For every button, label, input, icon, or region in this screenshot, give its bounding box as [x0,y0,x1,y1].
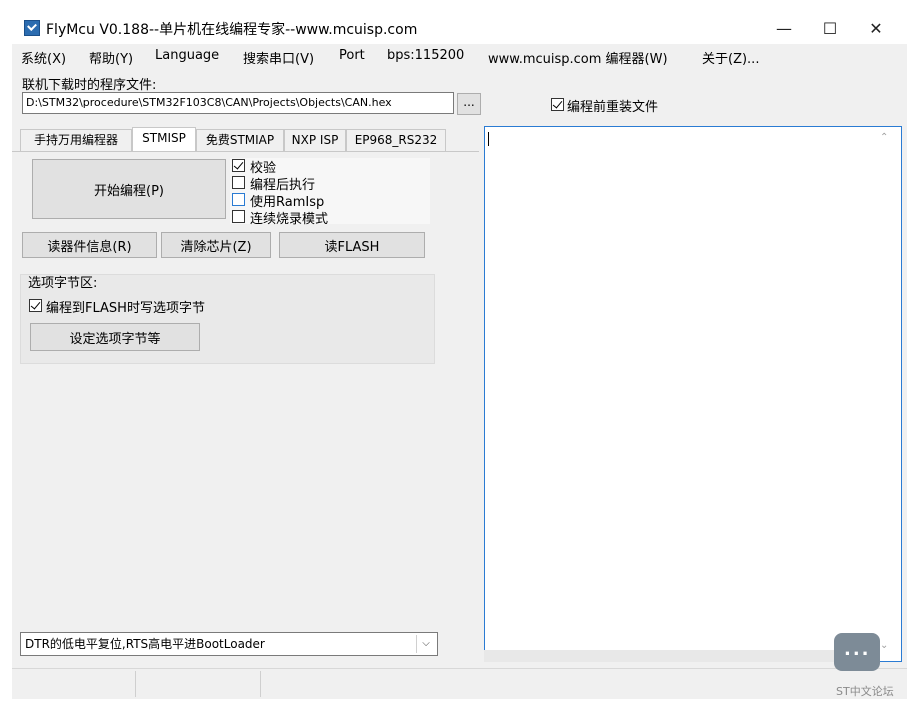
read-device-info-button[interactable]: 读器件信息(R) [22,232,157,258]
close-button[interactable]: ✕ [853,12,899,44]
menu-bar: 系统(X) 帮助(Y) Language 搜索串口(V) Port bps:11… [12,45,907,67]
program-file-label: 联机下载时的程序文件: [22,78,157,93]
menu-language[interactable]: Language [155,48,219,63]
window-title: FlyMcu V0.188--单片机在线编程专家--www.mcuisp.com [46,22,418,38]
read-flash-button[interactable]: 读FLASH [279,232,425,258]
menu-help[interactable]: 帮助(Y) [89,48,133,67]
app-window: FlyMcu V0.188--单片机在线编程专家--www.mcuisp.com… [12,12,907,699]
log-output-area[interactable] [484,126,902,662]
browse-file-button[interactable]: ... [457,93,481,115]
title-bar: FlyMcu V0.188--单片机在线编程专家--www.mcuisp.com… [12,12,907,44]
menu-port[interactable]: Port [339,48,365,63]
log-horizontal-scrollbar[interactable] [484,650,876,662]
use-ramisp-checkbox[interactable] [232,193,245,206]
menu-search-port[interactable]: 搜索串口(V) [243,48,314,67]
reload-file-checkbox[interactable] [551,98,564,111]
reset-mode-value: DTR的低电平复位,RTS高电平进BootLoader [25,637,265,651]
status-bar [12,668,907,699]
menu-system[interactable]: 系统(X) [21,48,66,67]
tab-ep968-rs232[interactable]: EP968_RS232 [346,129,446,151]
forum-watermark: ST中文论坛 [836,685,894,698]
tab-handheld-programmer[interactable]: 手持万用编程器 [20,129,132,151]
flymcu-app-icon [24,20,40,36]
erase-chip-button[interactable]: 清除芯片(Z) [161,232,271,258]
menu-bps[interactable]: bps:115200 [387,48,464,63]
verify-checkbox[interactable] [232,159,245,172]
continuous-burn-label: 连续烧录模式 [250,212,329,227]
maximize-button[interactable]: ☐ [807,12,853,44]
write-option-bytes-checkbox[interactable] [29,299,42,312]
chevron-down-icon[interactable]: ⌵ [416,635,435,653]
program-file-path-input[interactable]: D:\STM32\procedure\STM32F103C8\CAN\Proje… [22,92,454,114]
reload-file-label: 编程前重装文件 [567,100,659,115]
status-cell-2 [136,671,261,697]
log-vertical-scrollbar[interactable] [876,128,900,658]
menu-about[interactable]: 关于(Z)... [702,48,759,67]
continuous-burn-checkbox[interactable] [232,210,245,223]
minimize-button[interactable]: — [761,12,807,44]
run-after-program-checkbox[interactable] [232,176,245,189]
start-programming-button[interactable]: 开始编程(P) [32,159,226,219]
menu-programmer[interactable]: www.mcuisp.com 编程器(W) [488,48,668,67]
text-caret [488,132,489,146]
option-bytes-title: 选项字节区: [28,276,98,291]
tab-free-stmiap[interactable]: 免费STMIAP [196,129,284,151]
chat-bubble-icon [834,633,880,671]
status-cell-1 [12,671,136,697]
tab-nxp-isp[interactable]: NXP ISP [284,129,346,151]
scroll-down-icon[interactable]: ⌄ [880,640,888,651]
set-option-bytes-button[interactable]: 设定选项字节等 [30,323,200,351]
tab-stmisp[interactable]: STMISP [132,127,196,151]
scroll-up-icon[interactable]: ⌃ [880,132,888,143]
write-option-bytes-label: 编程到FLASH时写选项字节 [46,301,205,316]
reset-mode-select[interactable]: DTR的低电平复位,RTS高电平进BootLoader ⌵ [20,632,438,656]
